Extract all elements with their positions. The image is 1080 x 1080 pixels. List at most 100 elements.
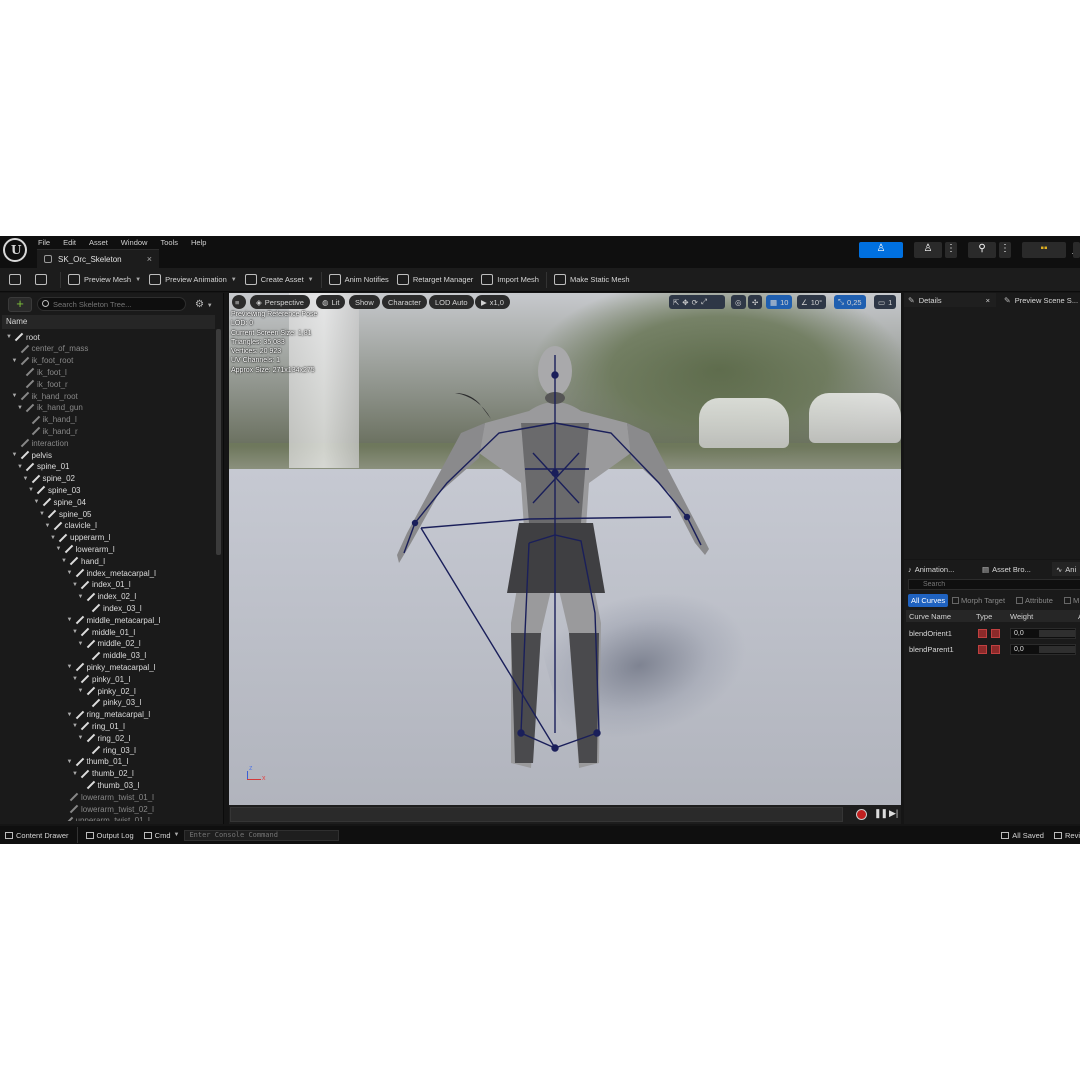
tree-row[interactable]: ▼ ik_hand_gun <box>17 402 83 414</box>
world-local-button[interactable]: ◎ <box>731 295 746 309</box>
menu-tools[interactable]: Tools <box>160 238 178 247</box>
tree-row[interactable]: ▼ pinky_metacarpal_l <box>67 661 156 673</box>
make-static-mesh-button[interactable]: Make Static Mesh <box>550 268 634 292</box>
tree-row[interactable]: ik_hand_l <box>23 414 77 426</box>
expand-arrow-icon[interactable]: ▼ <box>6 334 12 340</box>
tree-row[interactable]: ▼ index_01_l <box>72 579 131 591</box>
preview-mesh-button[interactable]: Preview Mesh ▼ <box>64 268 145 292</box>
tree-row[interactable]: ▼ middle_01_l <box>72 626 135 638</box>
morph-type-icon[interactable] <box>978 645 987 654</box>
expand-arrow-icon[interactable]: ▼ <box>67 712 73 718</box>
filter-attribute[interactable]: Attribute <box>1016 594 1053 607</box>
tree-row[interactable]: ▼ index_02_l <box>78 591 137 603</box>
cmd-button[interactable]: Cmd ▼ <box>139 826 185 844</box>
pause-button[interactable]: ❚❚ <box>874 808 888 819</box>
tree-row[interactable]: ▼ ik_foot_root <box>12 355 74 367</box>
expand-arrow-icon[interactable]: ▼ <box>61 558 67 564</box>
material-type-icon[interactable] <box>991 645 1000 654</box>
preview-viewport[interactable]: ≡ ◈ Perspective ◍ Lit Show Character LOD A… <box>229 293 901 805</box>
tree-row[interactable]: ▼ ring_metacarpal_l <box>67 709 151 721</box>
curve-row[interactable]: blendOrient1 0,0 <box>906 626 1080 641</box>
surface-snap-button[interactable]: ✣ <box>748 295 763 309</box>
preview-scene-tab[interactable]: ✎ Preview Scene S... <box>1000 293 1080 307</box>
type-column[interactable]: Type <box>976 612 992 621</box>
lod-button[interactable]: LOD Auto <box>429 295 474 309</box>
menu-help[interactable]: Help <box>191 238 206 247</box>
filter-morph-target[interactable]: Morph Target <box>952 594 1005 607</box>
expand-arrow-icon[interactable]: ▼ <box>39 511 45 517</box>
tree-row[interactable]: ▼ index_metacarpal_l <box>67 567 156 579</box>
curve-weight-field[interactable]: 0,0 <box>1010 628 1076 639</box>
filter-all-curves[interactable]: All Curves <box>908 594 949 607</box>
tree-row[interactable]: center_of_mass <box>12 343 89 355</box>
menu-asset[interactable]: Asset <box>89 238 108 247</box>
skeleton-tree-scrollbar[interactable] <box>216 329 221 555</box>
expand-arrow-icon[interactable]: ▼ <box>12 452 18 458</box>
expand-arrow-icon[interactable]: ▼ <box>78 688 84 694</box>
blueprint-mode-button[interactable]: ▪▪ <box>1022 242 1066 258</box>
play-rate-button[interactable]: ▶ x1,0 <box>475 295 510 309</box>
expand-arrow-icon[interactable]: ▼ <box>34 499 40 505</box>
lit-button[interactable]: ◍ Lit <box>316 295 346 309</box>
animation-mode-options-button[interactable]: ⋮ <box>999 242 1011 258</box>
animation-mode-button[interactable]: ⚲ <box>968 242 996 258</box>
expand-arrow-icon[interactable]: ▼ <box>23 476 29 482</box>
tree-row[interactable]: ▼ spine_01 <box>17 461 69 473</box>
tree-row[interactable]: ▼ pelvis <box>12 449 52 461</box>
tree-row[interactable]: index_03_l <box>83 602 142 614</box>
expand-arrow-icon[interactable]: ▼ <box>72 676 78 682</box>
character-button[interactable]: Character <box>382 295 427 309</box>
tree-row[interactable]: ik_hand_r <box>23 425 78 437</box>
tree-row[interactable]: ▼ hand_l <box>61 555 105 567</box>
menu-edit[interactable]: Edit <box>63 238 76 247</box>
tree-row[interactable]: lowerarm_twist_01_l <box>61 791 154 803</box>
tree-row[interactable]: ▼ clavicle_l <box>45 520 97 532</box>
grid-snap-button[interactable]: ▦ 10 <box>766 295 793 309</box>
expand-arrow-icon[interactable]: ▼ <box>50 535 56 541</box>
expand-arrow-icon[interactable]: ▼ <box>12 393 18 399</box>
expand-arrow-icon[interactable]: ▼ <box>17 464 23 470</box>
import-mesh-button[interactable]: Import Mesh <box>477 268 543 292</box>
curve-search-input[interactable] <box>908 579 1080 590</box>
retarget-manager-button[interactable]: Retarget Manager <box>393 268 477 292</box>
expand-arrow-icon[interactable]: ▼ <box>56 546 62 552</box>
curve-weight-field[interactable]: 0,0 <box>1010 644 1076 655</box>
expand-arrow-icon[interactable]: ▼ <box>78 735 84 741</box>
document-tab[interactable]: SK_Orc_Skeleton × <box>37 249 159 268</box>
expand-arrow-icon[interactable]: ▼ <box>28 487 34 493</box>
curve-row[interactable]: blendParent1 0,0 <box>906 642 1080 657</box>
viewport-options-button[interactable]: ≡ <box>232 295 246 309</box>
menu-file[interactable]: File <box>38 238 50 247</box>
preview-animation-button[interactable]: Preview Animation ▼ <box>145 268 241 292</box>
weight-column[interactable]: Weight <box>1010 612 1033 621</box>
expand-arrow-icon[interactable]: ▼ <box>67 617 73 623</box>
tree-row[interactable]: ▼ ring_02_l <box>78 732 131 744</box>
tree-row[interactable]: ▼ root <box>6 331 40 343</box>
record-button[interactable] <box>856 809 867 820</box>
tree-row[interactable]: ▼ ik_hand_root <box>12 390 78 402</box>
transform-tools-group[interactable]: ⇱ ✥ ⟳ ⤢ <box>669 295 725 309</box>
morph-type-icon[interactable] <box>978 629 987 638</box>
tree-row[interactable]: lowerarm_twist_02_l <box>61 803 154 815</box>
material-type-icon[interactable] <box>991 629 1000 638</box>
filter-material[interactable]: M <box>1064 594 1079 607</box>
tree-row[interactable]: ▼ spine_02 <box>23 473 75 485</box>
tree-row[interactable]: interaction <box>12 437 69 449</box>
expand-arrow-icon[interactable]: ▼ <box>45 523 51 529</box>
tree-row[interactable]: ▼ pinky_01_l <box>72 673 130 685</box>
save-icon[interactable] <box>9 274 21 285</box>
tree-row[interactable]: ▼ upperarm_l <box>50 532 110 544</box>
expand-arrow-icon[interactable]: ▼ <box>72 771 78 777</box>
tree-row[interactable]: ▼ ring_01_l <box>72 720 125 732</box>
close-tab-icon[interactable]: × <box>147 254 152 264</box>
expand-arrow-icon[interactable]: ▼ <box>78 641 84 647</box>
menu-window[interactable]: Window <box>121 238 148 247</box>
details-tab[interactable]: ✎ Details × <box>904 293 996 307</box>
expand-arrow-icon[interactable]: ▼ <box>72 723 78 729</box>
tree-row[interactable]: ▼ spine_03 <box>28 484 80 496</box>
mesh-mode-options-button[interactable]: ⋮ <box>945 242 957 258</box>
revision-control-button[interactable]: Revi <box>1049 826 1080 844</box>
skeleton-tree-search-input[interactable] <box>37 297 186 311</box>
name-column-header[interactable]: Name <box>2 315 215 329</box>
content-drawer-button[interactable]: Content Drawer <box>0 826 74 844</box>
